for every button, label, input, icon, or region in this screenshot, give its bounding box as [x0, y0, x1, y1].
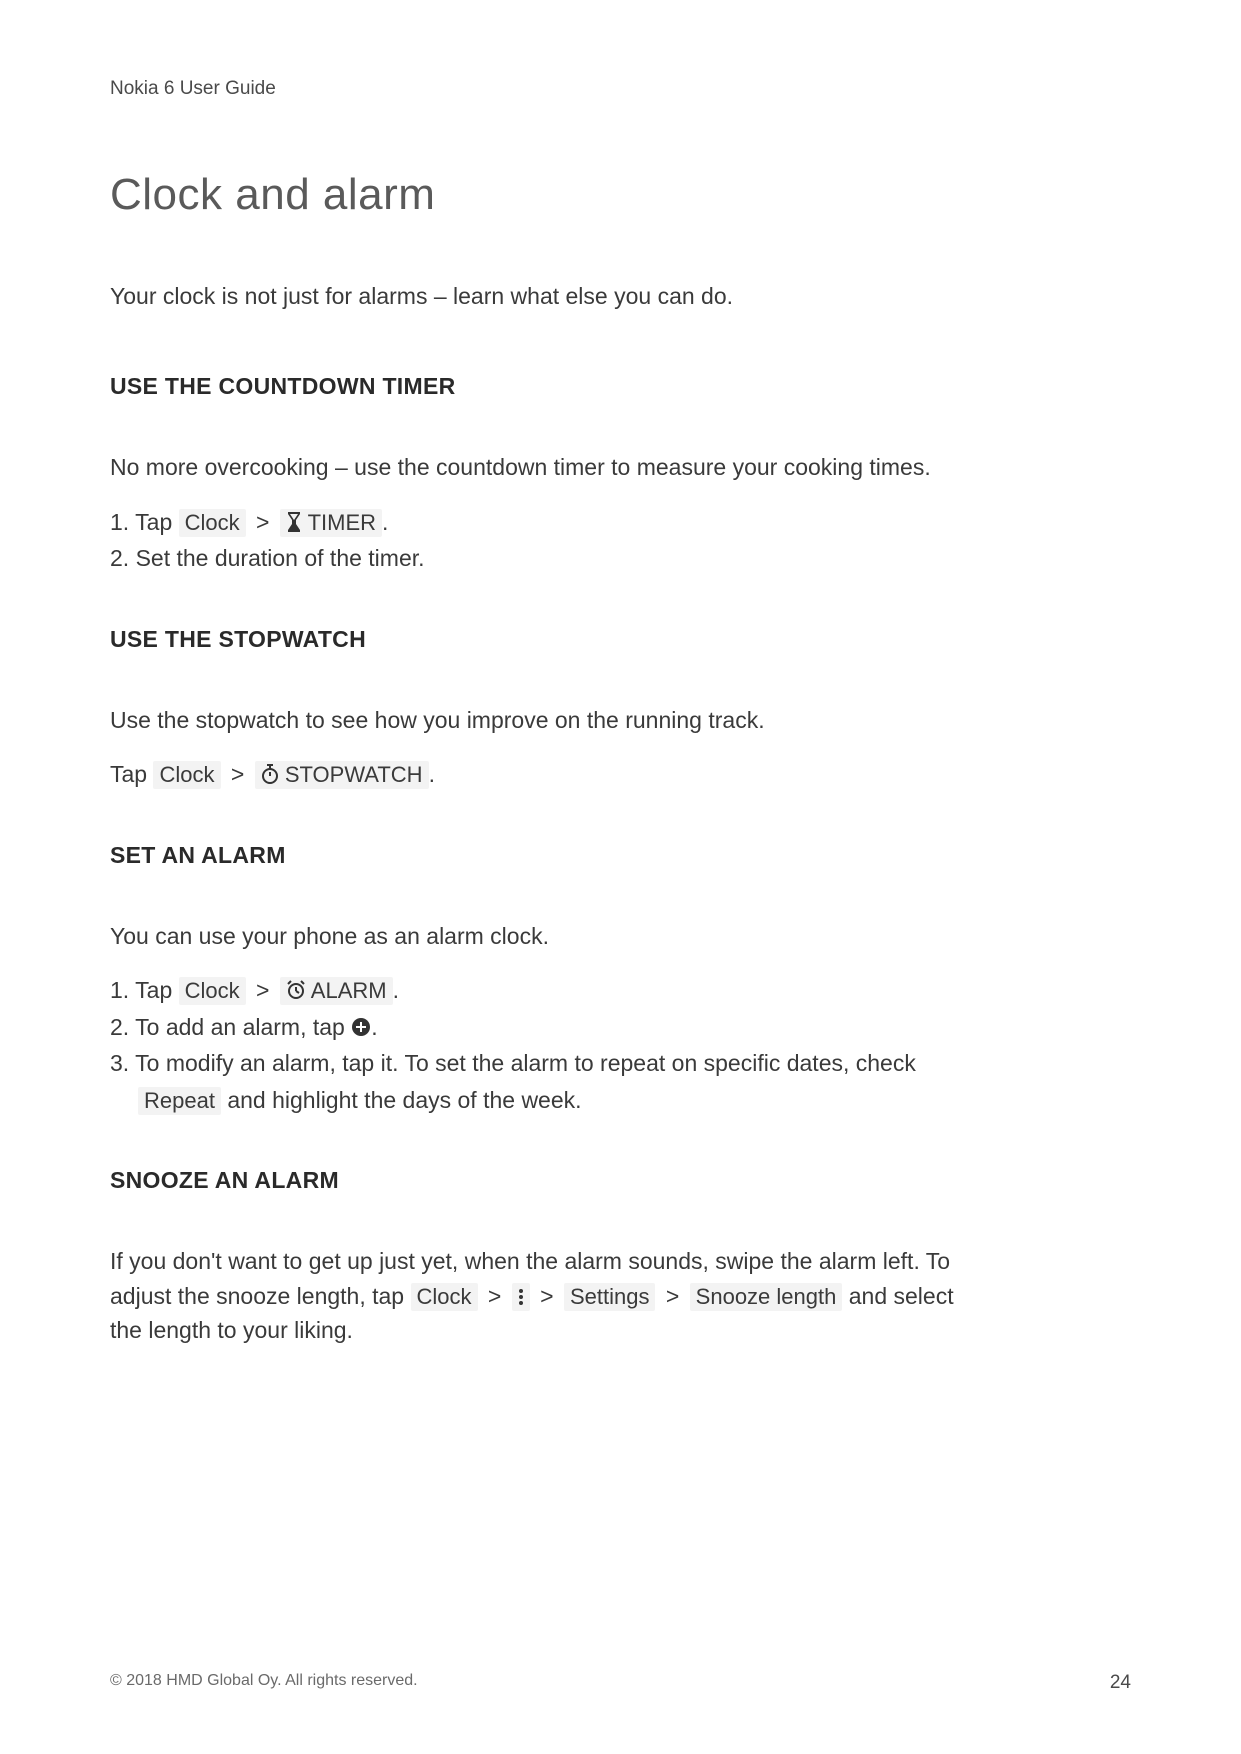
text: Tap — [110, 761, 153, 787]
timer-step-1: 1. Tap Clock > TIMER. — [110, 505, 1131, 540]
text: 2. To add an alarm, tap — [110, 1014, 351, 1040]
sep: > — [246, 977, 280, 1003]
alarm-step-3a: 3. To modify an alarm, tap it. To set th… — [110, 1046, 1131, 1081]
ui-alarm: ALARM — [280, 977, 393, 1005]
snooze-line-1: If you don't want to get up just yet, wh… — [110, 1244, 1131, 1279]
text: . — [382, 509, 388, 535]
more-vert-icon — [518, 1288, 524, 1306]
alarm-step-3b: Repeat and highlight the days of the wee… — [110, 1083, 1131, 1118]
sep: > — [246, 509, 280, 535]
ui-more — [512, 1283, 530, 1311]
text: 1. Tap — [110, 977, 179, 1003]
alarm-step-1: 1. Tap Clock > ALARM. — [110, 973, 1131, 1008]
sep: > — [655, 1283, 689, 1309]
copyright: © 2018 HMD Global Oy. All rights reserve… — [110, 1672, 418, 1694]
timer-lead: No more overcooking – use the countdown … — [110, 450, 1131, 485]
sep: > — [478, 1283, 512, 1309]
footer: © 2018 HMD Global Oy. All rights reserve… — [110, 1672, 1131, 1694]
page: Nokia 6 User Guide Clock and alarm Your … — [0, 0, 1241, 1754]
ui-stopwatch: STOPWATCH — [255, 761, 429, 789]
ui-repeat: Repeat — [138, 1087, 221, 1115]
snooze-body: If you don't want to get up just yet, wh… — [110, 1244, 1131, 1348]
section-heading-alarm: SET AN ALARM — [110, 842, 1131, 869]
add-circle-icon — [351, 1017, 371, 1037]
text: . — [371, 1014, 377, 1040]
sep: > — [221, 761, 255, 787]
alarm-lead: You can use your phone as an alarm clock… — [110, 919, 1131, 954]
timer-steps: 1. Tap Clock > TIMER. 2. Set the duratio… — [110, 505, 1131, 576]
stopwatch-line: Tap Clock > STOPWATCH. — [110, 757, 1131, 792]
ui-timer: TIMER — [280, 509, 382, 537]
text: 1. Tap — [110, 509, 179, 535]
alarm-steps: 1. Tap Clock > ALARM. 2. To add an alarm… — [110, 973, 1131, 1117]
alarm-label: ALARM — [311, 978, 387, 1003]
ui-clock: Clock — [179, 509, 246, 537]
stopwatch-icon — [261, 764, 279, 784]
timer-step-2: 2. Set the duration of the timer. — [110, 541, 1131, 576]
text: . — [393, 977, 399, 1003]
snooze-line-3: the length to your liking. — [110, 1313, 1131, 1348]
intro-text: Your clock is not just for alarms – lear… — [110, 280, 1131, 313]
text: and select — [842, 1283, 953, 1309]
alarm-icon — [286, 980, 306, 1000]
ui-settings: Settings — [564, 1283, 656, 1311]
doc-header: Nokia 6 User Guide — [110, 78, 1131, 100]
ui-snooze-length: Snooze length — [690, 1283, 843, 1311]
sep: > — [530, 1283, 564, 1309]
stopwatch-label: STOPWATCH — [285, 762, 423, 787]
text: . — [429, 761, 435, 787]
section-heading-timer: USE THE COUNTDOWN TIMER — [110, 373, 1131, 400]
stopwatch-lead: Use the stopwatch to see how you improve… — [110, 703, 1131, 738]
hourglass-icon — [286, 512, 302, 532]
section-heading-stopwatch: USE THE STOPWATCH — [110, 626, 1131, 653]
ui-clock: Clock — [153, 761, 220, 789]
snooze-line-2: adjust the snooze length, tap Clock > > … — [110, 1279, 1131, 1314]
doc-title: Nokia 6 User Guide — [110, 78, 276, 99]
text: and highlight the days of the week. — [221, 1087, 582, 1113]
timer-label: TIMER — [308, 510, 376, 535]
alarm-step-2: 2. To add an alarm, tap . — [110, 1010, 1131, 1045]
ui-clock: Clock — [411, 1283, 478, 1311]
text: adjust the snooze length, tap — [110, 1283, 411, 1309]
ui-clock: Clock — [179, 977, 246, 1005]
section-heading-snooze: SNOOZE AN ALARM — [110, 1167, 1131, 1194]
page-number: 24 — [1110, 1672, 1131, 1694]
page-title: Clock and alarm — [110, 170, 1131, 220]
